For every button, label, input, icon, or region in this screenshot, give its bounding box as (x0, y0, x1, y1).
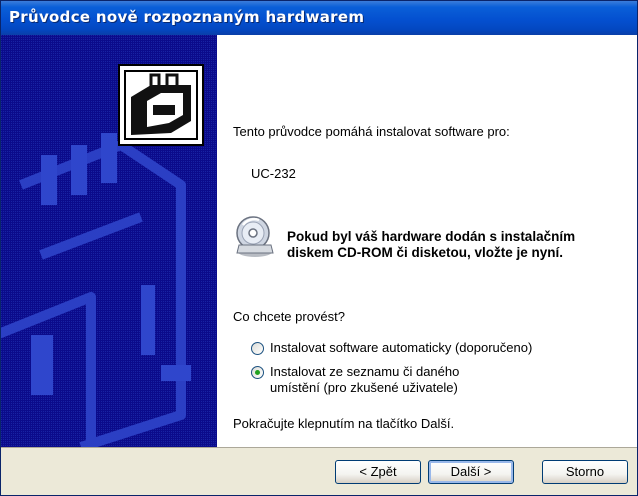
notice-line-1: Pokud byl váš hardware dodán s instalačn… (287, 229, 576, 244)
next-button[interactable]: Další > (428, 460, 514, 484)
option-auto-install[interactable]: Instalovat software automaticky (doporuč… (251, 340, 532, 356)
option-list-install-line-2: umístění (pro zkušené uživatele) (270, 380, 458, 395)
back-button[interactable]: < Zpět (335, 460, 421, 484)
title-bar[interactable]: Průvodce nově rozpoznaným hardwarem (1, 1, 637, 35)
notice-line-2: diskem CD-ROM či disketou, vložte je nyn… (287, 245, 564, 260)
hardware-board-icon (118, 64, 204, 146)
button-bar: < Zpět Další > Storno (1, 447, 637, 495)
option-list-install-line-1: Instalovat ze seznamu či daného (270, 364, 460, 379)
cd-rom-icon (236, 216, 274, 257)
radio-auto-install[interactable] (251, 342, 264, 355)
option-list-install-label: Instalovat ze seznamu či daného umístění… (270, 364, 459, 396)
option-list-install[interactable]: Instalovat ze seznamu či daného umístění… (251, 364, 459, 396)
wizard-content: Tento průvodce pomáhá instalovat softwar… (1, 35, 637, 447)
wizard-window: Průvodce nově rozpoznaným hardwarem Tent… (0, 0, 638, 496)
hardware-wizard-banner-icon (1, 35, 217, 447)
device-name: UC-232 (251, 166, 296, 181)
question-text: Co chcete provést? (233, 309, 346, 324)
notice-text: Pokud byl váš hardware dodán s instalačn… (287, 229, 575, 261)
intro-text: Tento průvodce pomáhá instalovat softwar… (233, 124, 510, 139)
wizard-main-panel: Tento průvodce pomáhá instalovat softwar… (217, 35, 637, 447)
continue-hint: Pokračujte klepnutím na tlačítko Další. (233, 416, 455, 431)
window-title: Průvodce nově rozpoznaným hardwarem (9, 8, 365, 26)
radio-list-install[interactable] (251, 366, 264, 379)
option-auto-install-label: Instalovat software automaticky (doporuč… (270, 340, 533, 355)
cancel-button[interactable]: Storno (542, 460, 628, 484)
insert-media-notice: Pokud byl váš hardware dodán s instalačn… (225, 213, 635, 273)
side-banner (1, 35, 217, 447)
